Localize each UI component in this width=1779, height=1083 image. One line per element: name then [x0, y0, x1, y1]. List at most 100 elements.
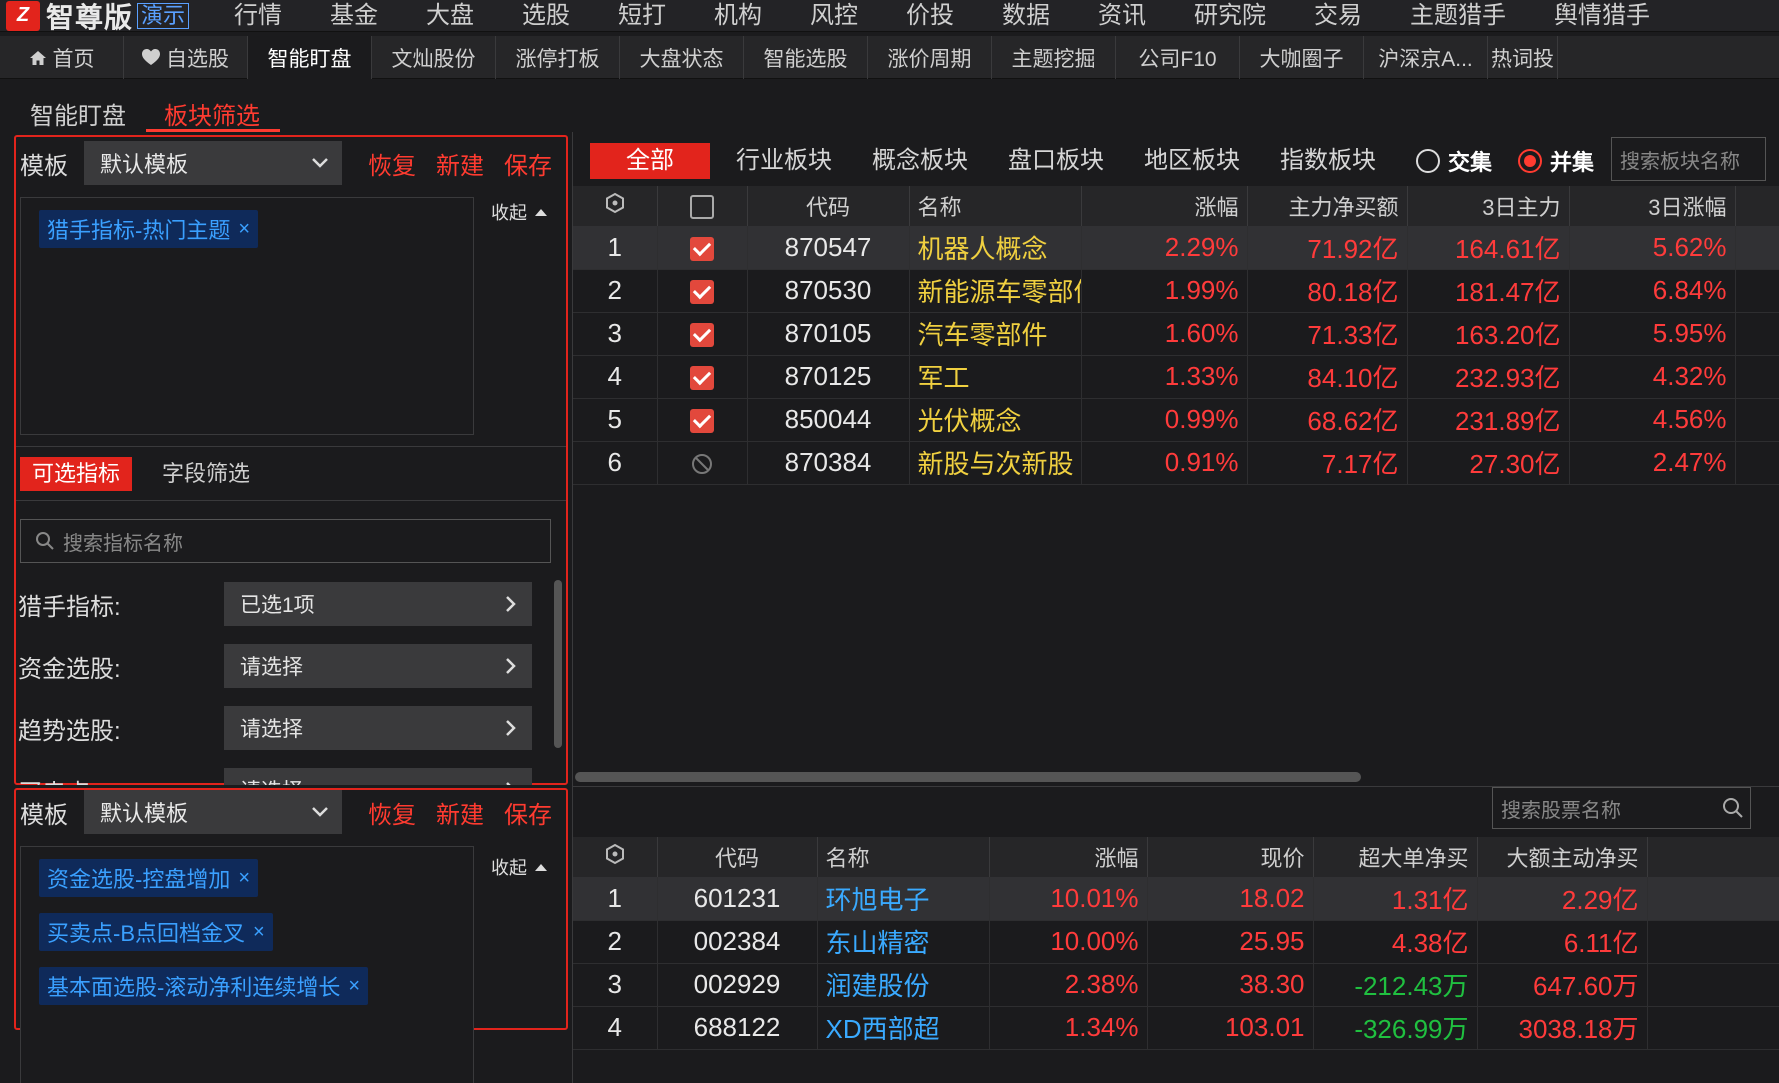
table-row[interactable]: 3 870105 汽车零部件 1.60% 71.33亿 163.20亿 5.95%: [573, 312, 1779, 356]
sector-name[interactable]: 新能源车零部件: [909, 269, 1082, 313]
col-name[interactable]: 名称: [909, 186, 1082, 226]
col-price[interactable]: 现价: [1147, 837, 1314, 877]
top-menu-item[interactable]: 基金: [306, 3, 402, 28]
stock-name[interactable]: XD西部超: [817, 1006, 990, 1050]
table-row[interactable]: 5 850044 光伏概念 0.99% 68.62亿 231.89亿 4.56%: [573, 398, 1779, 442]
top-menu-item[interactable]: 机构: [690, 3, 786, 28]
nav-tab[interactable]: 公司F10: [1116, 36, 1240, 79]
nav-tab[interactable]: 热词投: [1488, 36, 1558, 79]
stock-name[interactable]: 润建股份: [817, 963, 990, 1007]
table-row[interactable]: 2 870530新能源车零部件1.99%80.18亿181.47亿6.84%: [573, 269, 1779, 313]
tab-market[interactable]: 盘口板块: [988, 143, 1124, 179]
col-name[interactable]: 名称: [817, 837, 990, 877]
col-3day-change[interactable]: 3日涨幅: [1569, 186, 1736, 226]
new-button[interactable]: 新建: [436, 795, 484, 830]
nav-tab[interactable]: 文灿股份: [372, 36, 496, 79]
stock-search-input[interactable]: 搜索股票名称: [1492, 787, 1751, 829]
table-row[interactable]: 1 870547 机器人概念 2.29% 71.92亿 164.61亿 5.62%: [573, 226, 1779, 270]
col-super-large-net[interactable]: 超大单净买: [1313, 837, 1478, 877]
filter-select[interactable]: 请选择: [224, 706, 532, 750]
col-code[interactable]: 代码: [657, 837, 818, 877]
radio-union[interactable]: 并集: [1518, 145, 1594, 177]
tag-chip[interactable]: 基本面选股-滚动净利连续增长 ×: [39, 967, 369, 1005]
table-row[interactable]: 6 870384 新股与次新股 0.91% 7.17亿 27.30亿 2.47%: [573, 441, 1779, 485]
template-select[interactable]: 默认模板: [84, 141, 342, 185]
close-icon[interactable]: ×: [253, 921, 265, 944]
template-select[interactable]: 默认模板: [84, 790, 342, 834]
restore-button[interactable]: 恢复: [368, 146, 416, 181]
new-button[interactable]: 新建: [436, 146, 484, 181]
tag-chip[interactable]: 猎手指标-热门主题 ×: [39, 210, 259, 248]
sector-name[interactable]: 军工: [909, 355, 1082, 399]
top-menu-item[interactable]: 研究院: [1170, 3, 1290, 28]
sector-name[interactable]: 光伏概念: [909, 398, 1082, 442]
top-menu-item[interactable]: 选股: [498, 3, 594, 28]
nav-tab[interactable]: 沪深京A...: [1364, 36, 1488, 79]
sector-search-input[interactable]: 搜索板块名称: [1611, 137, 1766, 181]
close-icon[interactable]: ×: [348, 975, 360, 998]
top-menu-item[interactable]: 数据: [978, 3, 1074, 28]
col-large-active-net[interactable]: 大额主动净买: [1477, 837, 1648, 877]
row-checkbox[interactable]: [657, 441, 748, 485]
row-checkbox[interactable]: [657, 226, 748, 270]
app-logo[interactable]: Z 智尊版 演示: [0, 0, 210, 33]
tab-field-filter[interactable]: 字段筛选: [150, 457, 262, 491]
row-checkbox[interactable]: [657, 398, 748, 442]
filter-select[interactable]: 已选1项: [224, 582, 532, 626]
nav-tab[interactable]: 涨停打板: [496, 36, 620, 79]
top-menu-item[interactable]: 短打: [594, 3, 690, 28]
table-row[interactable]: 1 601231 环旭电子 10.01% 18.02 1.31亿 2.29亿: [573, 877, 1779, 921]
table-row[interactable]: 4 870125 军工 1.33% 84.10亿 232.93亿 4.32%: [573, 355, 1779, 399]
top-menu-item[interactable]: 交易: [1290, 3, 1386, 28]
top-menu-item[interactable]: 舆情猎手: [1530, 3, 1674, 28]
sector-horizontal-scrollbar[interactable]: [575, 772, 1361, 782]
tab-sector-filter[interactable]: 板块筛选: [146, 90, 280, 132]
sector-name[interactable]: 新股与次新股: [909, 441, 1082, 485]
nav-tab[interactable]: 智能选股: [744, 36, 868, 79]
top-menu-item[interactable]: 大盘: [402, 3, 498, 28]
col-net-buy[interactable]: 主力净买额: [1247, 186, 1408, 226]
radio-intersect[interactable]: 交集: [1416, 145, 1492, 177]
row-checkbox[interactable]: [657, 312, 748, 356]
settings-header[interactable]: [573, 837, 658, 877]
tag-chip[interactable]: 买卖点-B点回档金叉 ×: [39, 913, 273, 951]
top-menu-item[interactable]: 行情: [210, 3, 306, 28]
tab-industry[interactable]: 行业板块: [716, 143, 852, 179]
close-icon[interactable]: ×: [238, 218, 250, 241]
save-button[interactable]: 保存: [504, 795, 552, 830]
collapse-toggle[interactable]: 收起: [491, 854, 547, 880]
table-row[interactable]: 4 688122 XD西部超 1.34% 103.01 -326.99万 3038.18万: [573, 1006, 1779, 1050]
filter-scrollbar[interactable]: [554, 580, 562, 748]
settings-header[interactable]: [573, 186, 658, 226]
nav-tab[interactable]: 自选股: [124, 36, 248, 79]
nav-tab[interactable]: 大盘状态: [620, 36, 744, 79]
tab-region[interactable]: 地区板块: [1124, 143, 1260, 179]
filter-select[interactable]: 请选择: [224, 644, 532, 688]
nav-tab[interactable]: 智能盯盘: [248, 36, 372, 79]
col-change[interactable]: 涨幅: [989, 837, 1148, 877]
tab-concept[interactable]: 概念板块: [852, 143, 988, 179]
col-code[interactable]: 代码: [747, 186, 910, 226]
nav-tab[interactable]: 首页: [0, 36, 124, 79]
top-menu-item[interactable]: 资讯: [1074, 3, 1170, 28]
nav-tab[interactable]: 主题挖掘: [992, 36, 1116, 79]
stock-name[interactable]: 东山精密: [817, 920, 990, 964]
table-row[interactable]: 3 002929 润建股份 2.38% 38.30 -212.43万 647.60万: [573, 963, 1779, 1007]
sector-name[interactable]: 汽车零部件: [909, 312, 1082, 356]
top-menu-item[interactable]: 主题猎手: [1386, 3, 1530, 28]
row-checkbox[interactable]: [657, 269, 748, 313]
col-change[interactable]: 涨幅: [1081, 186, 1248, 226]
nav-tab[interactable]: 涨价周期: [868, 36, 992, 79]
tab-optional-indicators[interactable]: 可选指标: [20, 457, 133, 491]
tab-all[interactable]: 全部: [590, 143, 710, 179]
nav-tab[interactable]: 大咖圈子: [1240, 36, 1364, 79]
tab-index[interactable]: 指数板块: [1260, 143, 1396, 179]
top-menu-item[interactable]: 风控: [786, 3, 882, 28]
table-row[interactable]: 2 002384 东山精密 10.00% 25.95 4.38亿 6.11亿: [573, 920, 1779, 964]
filter-select[interactable]: 请选择: [224, 768, 532, 785]
sector-name[interactable]: 机器人概念: [909, 226, 1082, 270]
restore-button[interactable]: 恢复: [368, 795, 416, 830]
stock-name[interactable]: 环旭电子: [817, 877, 990, 921]
row-checkbox[interactable]: [657, 355, 748, 399]
indicator-search-input[interactable]: 搜索指标名称: [20, 519, 551, 563]
